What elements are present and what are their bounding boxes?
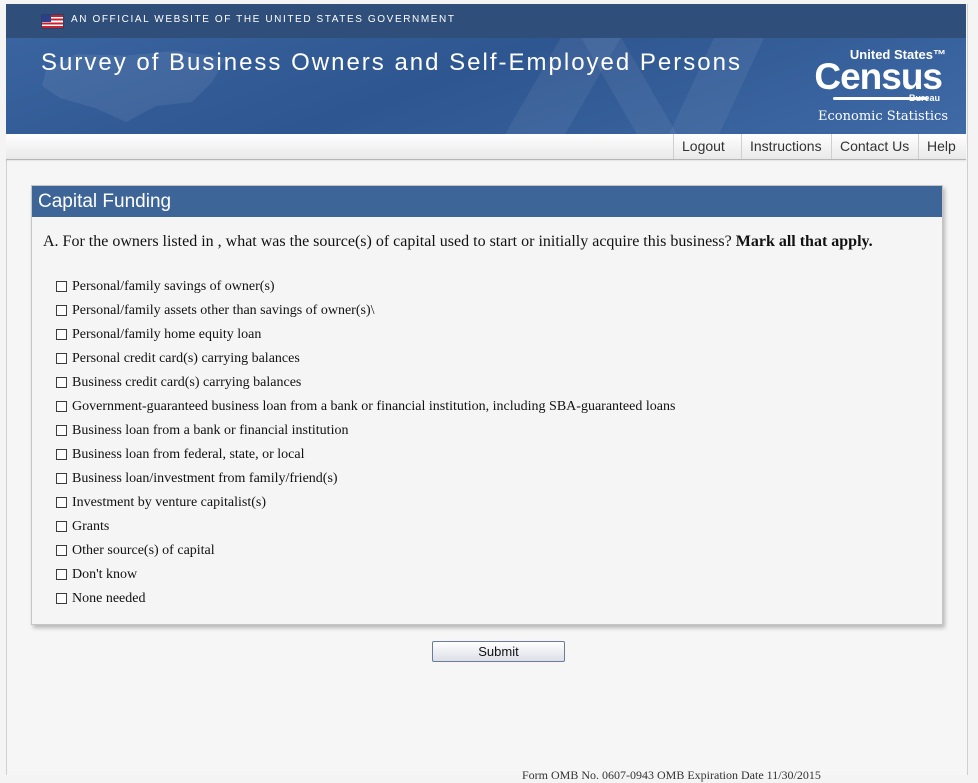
option-label: Don't know [72, 567, 138, 582]
nav-help[interactable]: Help [918, 134, 964, 159]
option-label: Personal/family savings of owner(s) [72, 279, 275, 294]
logo-census: Census [814, 56, 943, 97]
site-title: Survey of Business Owners and Self-Emplo… [41, 49, 742, 76]
footer-omb-text: Form OMB No. 0607-0943 OMB Expiration Da… [522, 768, 821, 782]
option-checkbox[interactable] [56, 377, 67, 388]
option-checkbox[interactable] [56, 281, 67, 292]
capital-funding-panel: Capital Funding A. For the owners listed… [31, 185, 943, 625]
us-flag-icon [42, 15, 63, 28]
option-label: None needed [72, 591, 146, 606]
logo-tagline: Economic Statistics [818, 109, 948, 124]
option-label: Government-guaranteed business loan from… [72, 399, 676, 414]
panel-header: Capital Funding [32, 186, 942, 217]
option-label: Personal credit card(s) carrying balance… [72, 351, 300, 366]
option-label: Grants [72, 519, 110, 534]
option-checkbox[interactable] [56, 569, 67, 580]
option-label: Personal/family home equity loan [72, 327, 262, 342]
question-instruction: Mark all that apply. [735, 233, 873, 250]
option-checkbox[interactable] [56, 353, 67, 364]
question-body: A. For the owners listed in , what was t… [43, 233, 736, 250]
option-checkbox[interactable] [56, 473, 67, 484]
census-logo[interactable]: United States™ Census Bureau Economic St… [810, 46, 950, 126]
option-checkbox[interactable] [56, 425, 67, 436]
option-checkbox[interactable] [56, 497, 67, 508]
nav-contact-us[interactable]: Contact Us [831, 134, 917, 159]
question-text: A. For the owners listed in , what was t… [43, 233, 933, 250]
option-checkbox[interactable] [56, 401, 67, 412]
logo-bureau: Bureau [908, 93, 940, 103]
option-checkbox[interactable] [56, 545, 67, 556]
option-label: Personal/family assets other than saving… [72, 303, 375, 318]
nav-instructions[interactable]: Instructions [741, 134, 830, 159]
option-label: Business loan/investment from family/fri… [72, 471, 338, 486]
gov-banner: AN OFFICIAL WEBSITE OF THE UNITED STATES… [6, 4, 966, 38]
option-checkbox[interactable] [56, 305, 67, 316]
option-label: Other source(s) of capital [72, 543, 215, 558]
option-label: Business loan from federal, state, or lo… [72, 447, 305, 462]
submit-button[interactable]: Submit [432, 641, 565, 662]
option-label: Business loan from a bank or financial i… [72, 423, 349, 438]
option-checkbox[interactable] [56, 329, 67, 340]
top-nav: Logout Instructions Contact Us Help [6, 134, 966, 162]
option-checkbox[interactable] [56, 521, 67, 532]
option-label: Business credit card(s) carrying balance… [72, 375, 302, 390]
option-checkbox[interactable] [56, 593, 67, 604]
gov-banner-text: AN OFFICIAL WEBSITE OF THE UNITED STATES… [71, 14, 456, 25]
option-checkbox[interactable] [56, 449, 67, 460]
site-header: Survey of Business Owners and Self-Emplo… [6, 38, 966, 134]
option-label: Investment by venture capitalist(s) [72, 495, 266, 510]
panel-title: Capital Funding [38, 191, 172, 212]
nav-logout[interactable]: Logout [673, 134, 733, 159]
